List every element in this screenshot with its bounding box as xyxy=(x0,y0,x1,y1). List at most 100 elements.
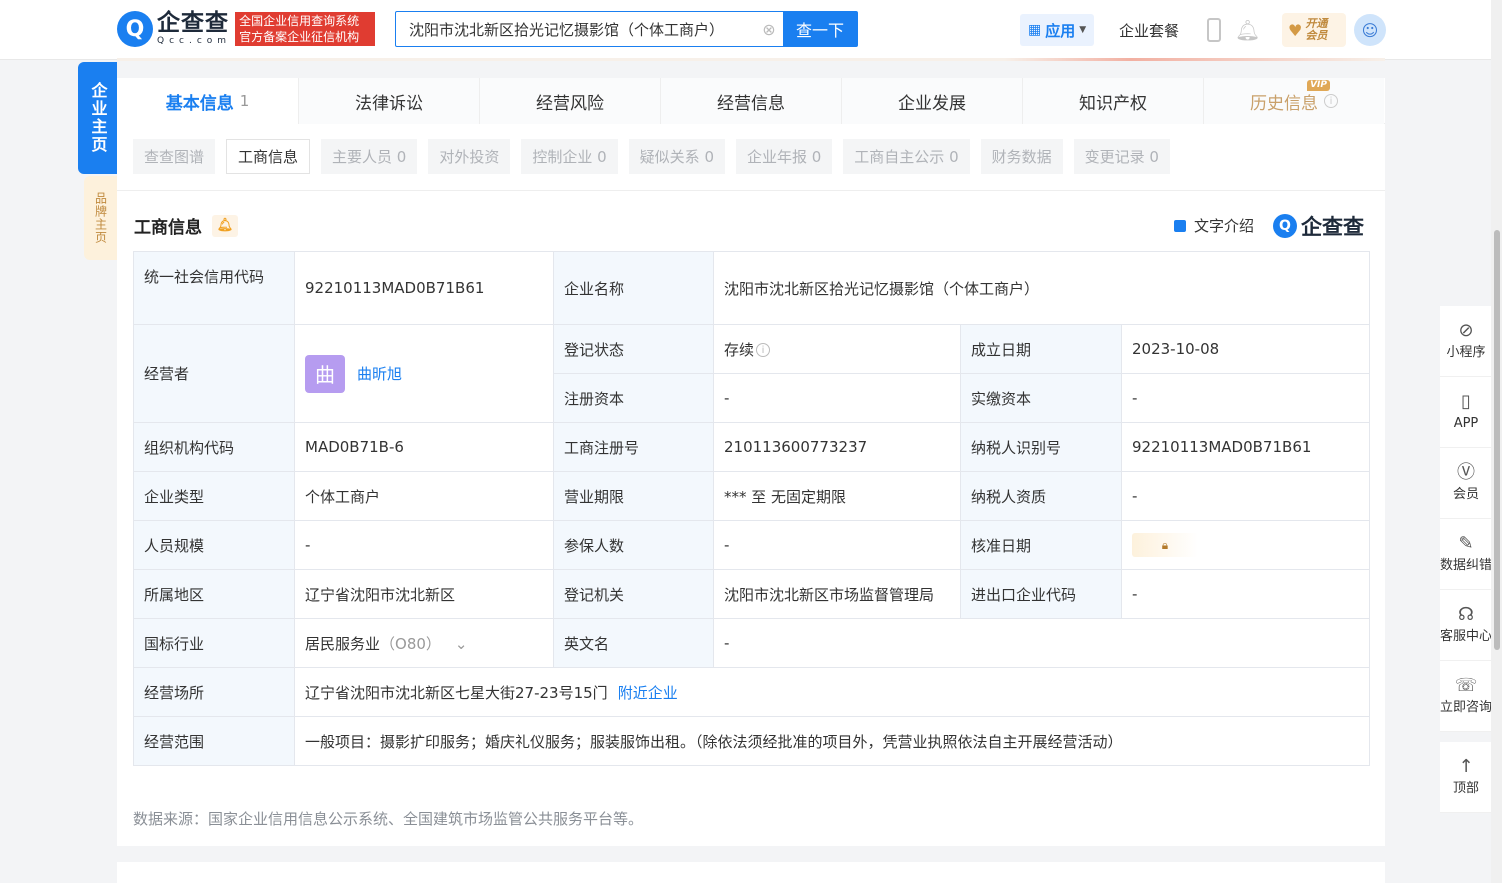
brand-logo: Q 企查查 xyxy=(1273,211,1364,241)
subtab-graph[interactable]: 查查图谱 xyxy=(133,139,216,174)
subtab-key-people[interactable]: 主要人员 0 xyxy=(321,139,418,174)
subtab-self-disclosure[interactable]: 工商自主公示 0 xyxy=(843,139,970,174)
tab-legal[interactable]: 法律诉讼 xyxy=(298,78,479,124)
back-to-top-button[interactable]: ↑ 顶部 xyxy=(1440,742,1492,813)
chat-icon: ☏ xyxy=(1454,675,1478,696)
grid-icon: ▦ xyxy=(1028,22,1042,38)
region-label: 所属地区 xyxy=(133,569,295,619)
user-avatar[interactable]: ☺ xyxy=(1354,14,1386,46)
operator-cell: 曲 曲昕旭 xyxy=(294,324,554,423)
scrollbar-thumb[interactable] xyxy=(1494,230,1500,650)
phone-icon: ▯ xyxy=(1461,391,1471,412)
authority-value: 沈阳市沈北新区市场监督管理局 xyxy=(713,569,961,619)
industry-cell[interactable]: 居民服务业（O80） ⌄ xyxy=(294,618,554,668)
paid-capital-value: - xyxy=(1120,373,1371,423)
insured-label: 参保人数 xyxy=(553,520,714,570)
operator-link[interactable]: 曲昕旭 xyxy=(357,363,402,384)
subtab-related[interactable]: 疑似关系 0 xyxy=(628,139,725,174)
credit-code-label: 统一社会信用代码 xyxy=(133,251,295,325)
top-bar: Q 企查查 Qcc.com 全国企业信用查询系统 官方备案企业征信机构 ⊗ 查一… xyxy=(0,0,1502,60)
subtab-investments[interactable]: 对外投资 xyxy=(428,139,511,174)
info-icon: i xyxy=(1324,94,1338,108)
address-cell: 辽宁省沈阳市沈北新区七星大街27-23号15门 附近企业 xyxy=(293,667,1371,717)
scope-label: 经营范围 xyxy=(133,716,295,766)
vip-button[interactable]: ♥ 开通 会员 xyxy=(1282,13,1346,47)
reg-status-cell: 存续 i xyxy=(713,324,961,374)
main-tabs: 基本信息 1 法律诉讼 经营风险 经营信息 企业发展 知识产权 历史信息 i VIP xyxy=(117,78,1385,124)
subtab-controlled[interactable]: 控制企业 0 xyxy=(521,139,618,174)
tab-history[interactable]: 历史信息 i VIP xyxy=(1203,78,1384,124)
app-button[interactable]: ▯ APP xyxy=(1440,377,1492,448)
search-box: ⊗ 查一下 xyxy=(395,11,858,47)
text-intro-button[interactable]: 文字介绍 xyxy=(1174,215,1254,236)
table-row: 企业类型 个体工商户 营业期限 *** 至 无固定期限 纳税人资质 - xyxy=(133,471,1371,521)
logo-domain: Qcc.com xyxy=(157,36,232,46)
next-panel xyxy=(117,862,1385,883)
vip-label-2: 会员 xyxy=(1305,29,1328,42)
taxpayer-qual-label: 纳税人资质 xyxy=(960,471,1122,521)
approval-cell: 🔒︎ xyxy=(1120,520,1371,570)
decorative-line xyxy=(117,58,1385,61)
phone-icon[interactable] xyxy=(1207,18,1221,42)
insured-value: - xyxy=(713,520,961,570)
side-tab-brand-label: 品牌主页 xyxy=(93,192,108,244)
address-label: 经营场所 xyxy=(133,667,295,717)
tab-operation[interactable]: 经营信息 xyxy=(660,78,841,124)
subtab-annual-report[interactable]: 企业年报 0 xyxy=(735,139,833,174)
data-source-note: 数据来源：国家企业信用信息公示系统、全国建筑市场监管公共服务平台等。 xyxy=(133,810,644,828)
apps-menu[interactable]: ▦ 应用 ▼ xyxy=(1020,14,1095,46)
table-row: 经营范围 一般项目：摄影扩印服务；婚庆礼仪服务；服装服饰出租。（除依法须经批准的… xyxy=(133,716,1371,766)
table-row: 人员规模 - 参保人数 - 核准日期 🔒︎ xyxy=(133,520,1371,570)
arrow-up-icon: ↑ xyxy=(1458,756,1474,777)
lock-icon[interactable]: 🔒︎ xyxy=(1132,533,1198,557)
tab-risk[interactable]: 经营风险 xyxy=(479,78,660,124)
subtab-financial[interactable]: 财务数据 xyxy=(980,139,1063,174)
operator-avatar[interactable]: 曲 xyxy=(305,354,345,393)
ie-code-value: - xyxy=(1120,569,1371,619)
bell-icon[interactable]: 🔔︎ xyxy=(212,214,238,237)
doc-icon xyxy=(1174,219,1186,232)
clear-icon[interactable]: ⊗ xyxy=(755,12,783,46)
company-name-value: 沈阳市沈北新区拾光记忆摄影馆（个体工商户） xyxy=(712,251,1371,325)
nearby-link[interactable]: 附近企业 xyxy=(618,684,678,702)
scope-value: 一般项目：摄影扩印服务；婚庆礼仪服务；服装服饰出租。（除依法须经批准的项目外，凭… xyxy=(293,716,1371,766)
chevron-down-icon[interactable]: ⌄ xyxy=(455,635,468,653)
bell-icon[interactable]: 🔔︎ xyxy=(1235,18,1260,42)
tab-ip[interactable]: 知识产权 xyxy=(1022,78,1203,124)
section-title: 工商信息 🔔︎ xyxy=(134,213,238,238)
side-tab-brand[interactable]: 品牌主页 xyxy=(84,176,117,260)
search-button[interactable]: 查一下 xyxy=(783,12,857,46)
company-name-label: 企业名称 xyxy=(553,251,714,325)
staff-value: - xyxy=(294,520,554,570)
subtab-business-info[interactable]: 工商信息 xyxy=(226,139,311,174)
founded-label: 成立日期 xyxy=(960,324,1122,374)
credit-code-value: 92210113MAD0B71B61 xyxy=(294,251,554,325)
staff-label: 人员规模 xyxy=(133,520,295,570)
mini-program-button[interactable]: ⊘ 小程序 xyxy=(1440,306,1492,377)
side-tab-company-label: 企业主页 xyxy=(88,82,108,154)
term-value: *** 至 无固定期限 xyxy=(713,471,961,521)
vip-icon: Ⓥ xyxy=(1457,462,1475,483)
tab-basic-info[interactable]: 基本信息 1 xyxy=(117,78,298,124)
data-correction-button[interactable]: ✎ 数据纠错 xyxy=(1440,519,1492,590)
info-icon[interactable]: i xyxy=(756,343,771,357)
customer-service-button[interactable]: ☊ 客服中心 xyxy=(1440,590,1492,661)
subtab-changes[interactable]: 变更记录 0 xyxy=(1073,139,1170,174)
side-tab-company[interactable]: 企业主页 xyxy=(78,62,117,174)
member-button[interactable]: Ⓥ 会员 xyxy=(1440,448,1492,519)
suite-link[interactable]: 企业套餐 xyxy=(1119,20,1179,41)
search-input[interactable] xyxy=(396,12,755,46)
taxpayer-qual-value: - xyxy=(1120,471,1371,521)
table-row: 所属地区 辽宁省沈阳市沈北新区 登记机关 沈阳市沈北新区市场监督管理局 进出口企… xyxy=(133,569,1371,619)
consult-button[interactable]: ☏ 立即咨询 xyxy=(1440,661,1492,732)
logo[interactable]: Q 企查查 Qcc.com 全国企业信用查询系统 官方备案企业征信机构 xyxy=(117,11,376,47)
english-value: - xyxy=(712,618,1371,668)
biz-reg-no-label: 工商注册号 xyxy=(553,422,714,472)
taxpayer-id-label: 纳税人识别号 xyxy=(960,422,1122,472)
region-value: 辽宁省沈阳市沈北新区 xyxy=(294,569,554,619)
tab-development[interactable]: 企业发展 xyxy=(841,78,1022,124)
table-row: 统一社会信用代码 92210113MAD0B71B61 企业名称 沈阳市沈北新区… xyxy=(133,251,1371,325)
reg-capital-label: 注册资本 xyxy=(553,373,714,423)
vip-icon: ♥ xyxy=(1288,20,1303,40)
headset-icon: ☊ xyxy=(1458,604,1474,625)
